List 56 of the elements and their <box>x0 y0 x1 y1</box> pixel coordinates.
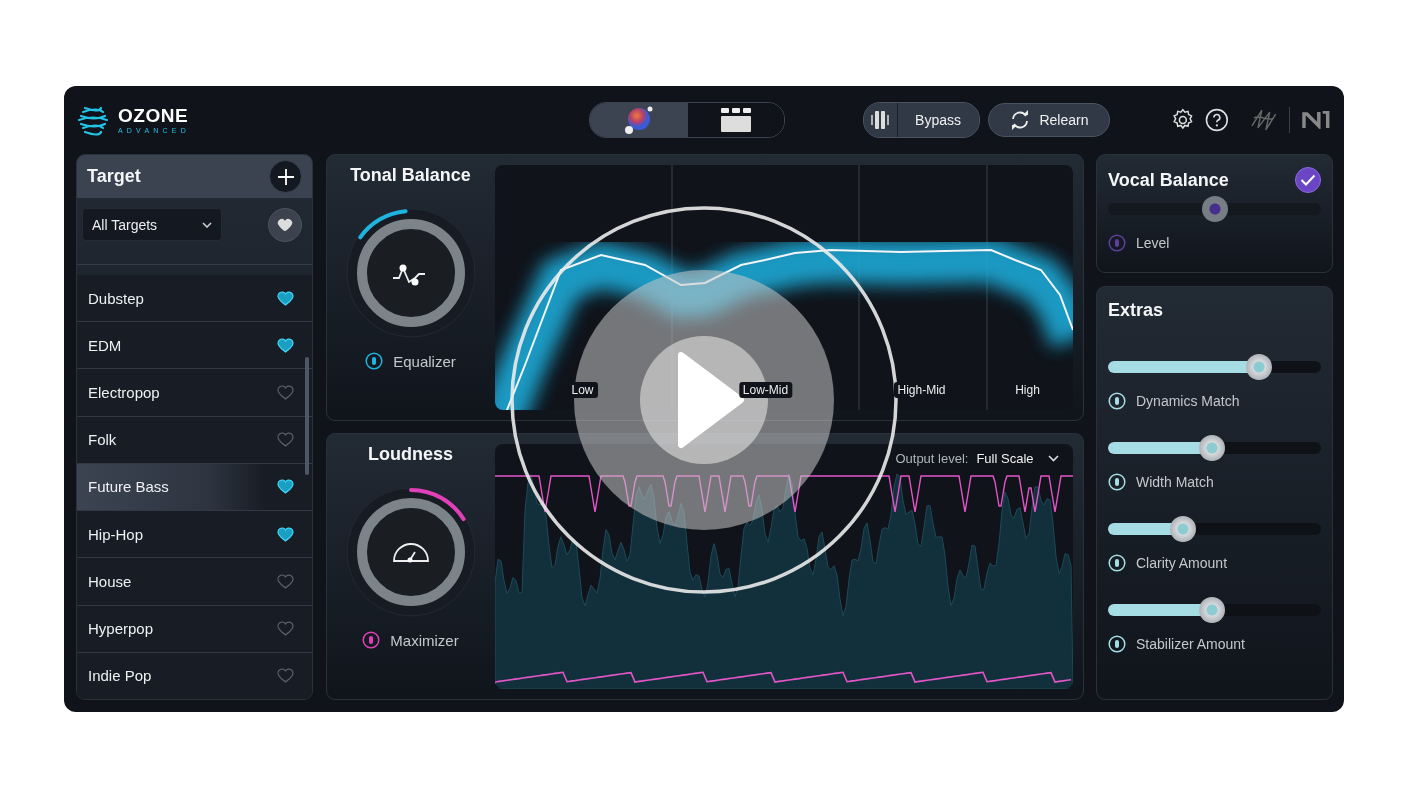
heart-icon[interactable] <box>277 337 294 353</box>
output-level-dropdown[interactable]: Full Scale <box>976 451 1059 466</box>
heart-icon <box>277 218 293 232</box>
heart-icon[interactable] <box>277 290 294 306</box>
panel-title: Tonal Balance <box>350 165 471 186</box>
chevron-icon <box>202 221 212 228</box>
scrollbar[interactable] <box>305 357 309 475</box>
target-list-item[interactable]: House <box>77 557 312 605</box>
relearn-button[interactable]: Relearn <box>987 103 1111 137</box>
slider-label: Level <box>1136 235 1170 251</box>
assistant-view-tab[interactable] <box>590 103 688 137</box>
heart-icon[interactable] <box>277 526 294 542</box>
module-toggle-icon[interactable] <box>362 631 381 649</box>
logo-wordmark: OZONE <box>118 105 190 126</box>
target-list-item[interactable]: Hyperpop <box>77 604 312 652</box>
meters-button[interactable] <box>864 103 898 137</box>
module-toggle-icon[interactable] <box>1108 234 1126 252</box>
target-list-item[interactable]: Dubstep <box>77 275 312 322</box>
orb-icon <box>623 105 654 135</box>
add-button[interactable] <box>269 160 302 193</box>
slider-thumb[interactable] <box>1199 597 1226 623</box>
ni-logo-icon <box>1302 111 1332 129</box>
enable-checkbox[interactable] <box>1295 167 1321 193</box>
slider-thumb[interactable] <box>1201 196 1228 222</box>
target-list-item[interactable]: Hip-Hop <box>77 510 312 558</box>
checkmark-icon <box>1300 174 1316 186</box>
target-list-item[interactable]: Indie Pop <box>77 651 312 699</box>
target-list-item[interactable]: EDM <box>77 321 312 369</box>
target-list-item[interactable]: Electropop <box>77 368 312 416</box>
panel-title: Extras <box>1108 300 1165 321</box>
slider-label: Stabilizer Amount <box>1136 636 1245 652</box>
slider-thumb[interactable] <box>1246 354 1273 380</box>
modules-icon <box>720 107 753 133</box>
target-list-item[interactable]: Future Bass <box>77 462 312 511</box>
module-toggle-icon[interactable] <box>365 352 384 370</box>
panel-title: Target <box>87 166 141 187</box>
modules-view-tab[interactable] <box>687 103 784 137</box>
settings-icon[interactable] <box>1171 108 1195 132</box>
module-label: Equalizer <box>393 352 456 370</box>
output-level-label: Output level: <box>895 451 969 466</box>
module-label: Maximizer <box>390 631 459 649</box>
plus-icon <box>276 167 295 186</box>
meters-icon <box>870 109 891 131</box>
target-filter-dropdown[interactable]: All Targets <box>82 208 222 241</box>
slider-thumb[interactable] <box>1169 516 1196 542</box>
chevron-icon <box>1047 455 1059 462</box>
slider-label: Clarity Amount <box>1136 555 1228 571</box>
heart-icon[interactable] <box>277 479 294 495</box>
slider-label: Dynamics Match <box>1136 393 1240 409</box>
slider-label: Width Match <box>1136 474 1214 490</box>
help-icon[interactable] <box>1205 108 1229 132</box>
favorites-filter-button[interactable] <box>268 208 302 242</box>
band-label: Low-Mid <box>738 382 793 398</box>
panel-title: Vocal Balance <box>1108 169 1229 191</box>
panel-title: Loudness <box>368 444 453 465</box>
slider-thumb[interactable] <box>1199 435 1226 461</box>
